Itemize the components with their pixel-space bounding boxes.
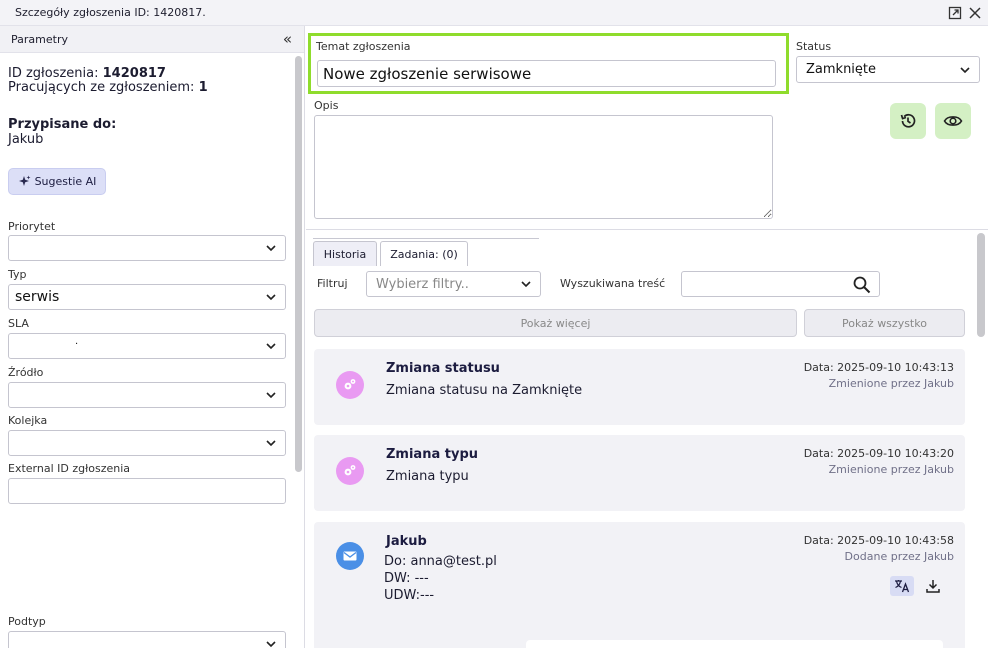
subtype-select[interactable]: [8, 631, 286, 648]
window-titlebar: Szczegóły zgłoszenia ID: 1420817.: [0, 0, 988, 26]
chevron-down-icon: [960, 67, 970, 74]
priority-label: Priorytet: [8, 220, 56, 233]
translate-icon: [895, 580, 910, 593]
sla-value: .: [75, 336, 79, 347]
subject-label: Temat zgłoszenia: [316, 40, 411, 53]
search-input[interactable]: [681, 271, 880, 297]
email-to: Do: anna@test.pl: [384, 554, 497, 569]
chevron-down-icon: [266, 440, 276, 447]
history-item: Zmiana typu Zmiana typu Data: 2025-09-10…: [314, 435, 965, 511]
history-item-body: Zmiana typu: [386, 469, 469, 484]
main-scrollbar[interactable]: [977, 233, 985, 337]
assigned-label: Przypisane do:: [8, 117, 117, 132]
mail-icon: [336, 542, 364, 570]
ticket-main-panel: Temat zgłoszenia Nowe zgłoszenie serwiso…: [306, 26, 988, 648]
tabs-top-line: [313, 238, 539, 239]
ai-suggestions-label: Sugestie AI: [34, 175, 97, 188]
section-divider: [306, 229, 988, 230]
history-item-author: Dodane przez Jakub: [844, 550, 954, 563]
source-label: Źródło: [8, 366, 44, 379]
assigned-to-value: Jakub: [8, 132, 44, 147]
history-icon: [900, 114, 916, 128]
search-icon[interactable]: [852, 275, 872, 295]
chevron-down-icon: [266, 294, 276, 301]
chevron-down-icon: [266, 641, 276, 648]
download-button[interactable]: [922, 576, 944, 596]
working-line: Pracujących ze zgłoszeniem: 1: [8, 80, 208, 95]
external-id-label: External ID zgłoszenia: [8, 462, 130, 475]
parameters-sidebar: Parametry « ID zgłoszenia: 1420817 Pracu…: [0, 26, 305, 648]
history-item-body: Zmiana statusu na Zamknięte: [386, 383, 583, 398]
email-bcc: UDW:---: [384, 588, 435, 603]
email-content-preview: [526, 640, 943, 648]
sidebar-title: Parametry: [11, 33, 68, 46]
description-textarea[interactable]: [314, 115, 773, 219]
queue-select[interactable]: [8, 430, 286, 456]
gears-icon: [336, 371, 364, 399]
filter-placeholder: Wybierz filtry..: [376, 277, 469, 292]
working-label: Pracujących ze zgłoszeniem:: [8, 80, 195, 95]
ticket-id-line: ID zgłoszenia: 1420817: [8, 66, 166, 81]
history-item: Zmiana statusu Zmiana statusu na Zamknię…: [314, 349, 965, 425]
download-icon: [926, 580, 940, 593]
history-button[interactable]: [890, 103, 926, 139]
type-label: Typ: [8, 268, 27, 281]
translate-button[interactable]: [890, 576, 914, 596]
queue-label: Kolejka: [8, 414, 48, 427]
show-more-button[interactable]: Pokaż więcej: [314, 309, 797, 337]
subtype-label: Podtyp: [8, 615, 46, 628]
chevron-down-icon: [266, 343, 276, 350]
description-label: Opis: [314, 99, 339, 112]
email-cc: DW: ---: [384, 571, 429, 586]
search-label: Wyszukiwana treść: [560, 277, 666, 290]
status-select[interactable]: Zamknięte: [796, 56, 980, 83]
sidebar-scrollbar[interactable]: [295, 56, 302, 472]
status-value: Zamknięte: [806, 62, 877, 77]
ai-suggestions-button[interactable]: Sugestie AI: [8, 168, 106, 195]
chevron-down-icon: [266, 392, 276, 399]
eye-icon: [943, 116, 963, 126]
history-item-email: Jakub Do: anna@test.pl DW: --- UDW:--- D…: [314, 522, 965, 648]
working-count: 1: [198, 80, 208, 95]
gears-icon: [336, 457, 364, 485]
close-icon[interactable]: [966, 4, 984, 22]
show-all-button[interactable]: Pokaż wszystko: [804, 309, 965, 337]
sla-select[interactable]: .: [8, 333, 286, 359]
history-item-title: Zmiana typu: [386, 447, 479, 462]
watch-button[interactable]: [935, 103, 971, 139]
ticket-id-value: 1420817: [102, 66, 166, 81]
subject-field-highlight: Temat zgłoszenia Nowe zgłoszenie serwiso…: [308, 33, 789, 94]
sidebar-header: Parametry «: [0, 26, 304, 53]
status-label: Status: [796, 40, 832, 53]
history-item-date: Data: 2025-09-10 10:43:58: [803, 534, 954, 547]
priority-select[interactable]: [8, 235, 286, 261]
external-id-input[interactable]: [8, 478, 286, 504]
history-item-date: Data: 2025-09-10 10:43:13: [803, 361, 954, 374]
tab-tasks[interactable]: Zadania: (0): [380, 241, 468, 266]
collapse-sidebar-icon[interactable]: «: [283, 30, 292, 48]
type-select[interactable]: serwis: [8, 284, 286, 310]
history-item-author: Zmienione przez Jakub: [828, 377, 954, 390]
tab-history[interactable]: Historia: [313, 241, 377, 266]
chevron-down-icon: [521, 281, 531, 288]
history-item-date: Data: 2025-09-10 10:43:20: [803, 447, 954, 460]
history-item-title: Jakub: [386, 534, 427, 549]
filter-select[interactable]: Wybierz filtry..: [366, 271, 541, 297]
history-item-title: Zmiana statusu: [386, 361, 500, 376]
source-select[interactable]: [8, 382, 286, 408]
filter-label: Filtruj: [317, 277, 348, 290]
window-title: Szczegóły zgłoszenia ID: 1420817.: [15, 6, 206, 19]
type-value: serwis: [15, 289, 60, 305]
history-item-author: Zmienione przez Jakub: [828, 463, 954, 476]
popout-icon[interactable]: [946, 4, 964, 22]
chevron-down-icon: [266, 245, 276, 252]
ticket-id-label: ID zgłoszenia:: [8, 66, 99, 81]
sla-label: SLA: [8, 317, 29, 330]
sparkle-icon: [18, 175, 31, 186]
subject-input[interactable]: Nowe zgłoszenie serwisowe: [317, 60, 776, 87]
